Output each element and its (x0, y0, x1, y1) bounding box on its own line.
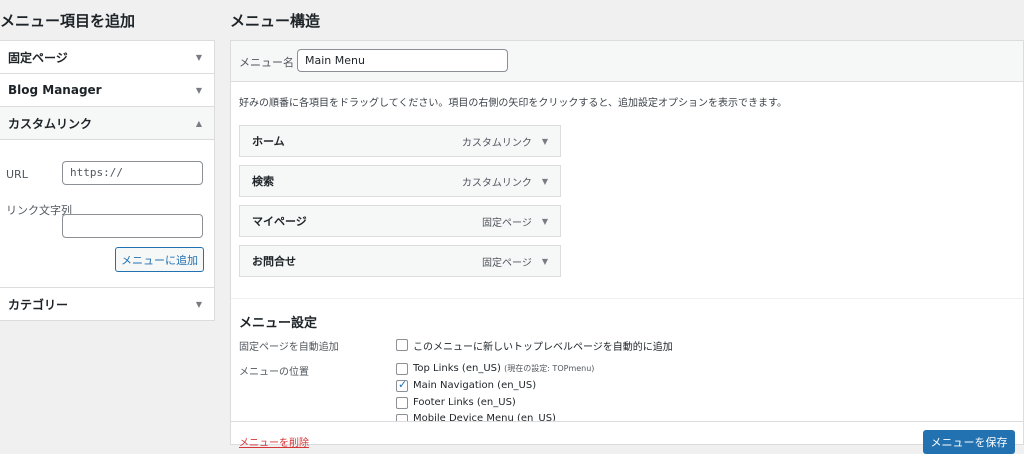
menu-item-title: ホーム (252, 135, 285, 148)
chevron-down-icon[interactable]: ▼ (542, 217, 548, 226)
menu-name-input[interactable]: Main Menu (297, 49, 508, 72)
location-clip: Mobile Device Menu (en_US) (231, 411, 1023, 421)
menu-item-mypage[interactable]: マイページ 固定ページ ▼ (239, 205, 561, 237)
chevron-down-icon: ▼ (195, 299, 202, 309)
menu-name-label: メニュー名 (239, 56, 294, 69)
menu-header: メニュー名 Main Menu (231, 41, 1023, 82)
delete-menu-link[interactable]: メニューを削除 (239, 434, 309, 449)
location-mobile-checkbox[interactable] (396, 414, 408, 421)
menu-item-title: マイページ (252, 215, 307, 228)
chevron-down-icon[interactable]: ▼ (542, 257, 548, 266)
url-label: URL (6, 168, 28, 181)
menu-item-title: お問合せ (252, 255, 296, 268)
location-main-nav-checkbox[interactable] (396, 378, 408, 392)
accordion-blog-manager[interactable]: Blog Manager ▼ (0, 74, 214, 107)
drag-instructions: 好みの順番に各項目をドラッグしてください。項目の右側の矢印をクリックすると、追加… (239, 98, 787, 109)
location-current-note: (現在の設定: TOPmenu) (504, 364, 595, 373)
accordion-custom-link-label: カスタムリンク (8, 116, 93, 131)
location-footer-checkbox[interactable] (396, 397, 408, 409)
add-to-menu-button[interactable]: メニューに追加 (115, 247, 204, 272)
location-mobile-label: Mobile Device Menu (en_US) (413, 413, 556, 421)
location-main-nav-label: Main Navigation (en_US) (413, 380, 537, 391)
auto-add-option-label: このメニューに新しいトップレベルページを自動的に追加 (413, 342, 673, 353)
chevron-down-icon[interactable]: ▼ (542, 177, 548, 186)
accordion-blog-manager-label: Blog Manager (8, 83, 102, 97)
menu-item-type: カスタムリンク (461, 177, 532, 189)
menu-item-type: カスタムリンク (461, 137, 532, 149)
accordion-pages-label: 固定ページ (8, 50, 68, 65)
custom-link-body: URL https:// リンク文字列 メニューに追加 (0, 140, 214, 288)
accordion-custom-link[interactable]: カスタムリンク ▲ (0, 107, 214, 140)
add-menu-items-panel: 固定ページ ▼ Blog Manager ▼ カスタムリンク ▲ URL htt… (0, 40, 215, 321)
auto-add-label: 固定ページを自動追加 (239, 342, 339, 353)
auto-add-checkbox[interactable] (396, 339, 408, 351)
location-top-links-checkbox[interactable] (396, 363, 408, 375)
save-menu-button[interactable]: メニューを保存 (923, 430, 1015, 454)
menu-item-type: 固定ページ (482, 217, 532, 229)
chevron-down-icon: ▼ (195, 52, 202, 62)
chevron-down-icon[interactable]: ▼ (542, 137, 548, 146)
menu-item-type: 固定ページ (482, 257, 532, 269)
menu-structure-box: メニュー名 Main Menu 好みの順番に各項目をドラッグしてください。項目の… (230, 40, 1024, 454)
location-top-links-label: Top Links (en_US) (現在の設定: TOPmenu) (413, 363, 595, 374)
menu-settings-heading: メニュー設定 (239, 316, 318, 331)
menu-structure-heading: メニュー構造 (230, 12, 321, 30)
accordion-categories[interactable]: カテゴリー ▼ (0, 288, 214, 320)
menu-location-label: メニューの位置 (239, 367, 309, 378)
menu-item-home[interactable]: ホーム カスタムリンク ▼ (239, 125, 561, 157)
link-text-input[interactable] (62, 214, 203, 238)
chevron-down-icon: ▼ (195, 85, 202, 95)
chevron-up-icon: ▲ (195, 118, 202, 128)
menu-item-contact[interactable]: お問合せ 固定ページ ▼ (239, 245, 561, 277)
location-footer-label: Footer Links (en_US) (413, 397, 516, 408)
accordion-categories-label: カテゴリー (8, 297, 69, 312)
url-input[interactable]: https:// (62, 161, 203, 185)
menu-item-title: 検索 (252, 175, 274, 188)
footer-divider (231, 421, 1023, 422)
accordion-pages[interactable]: 固定ページ ▼ (0, 41, 214, 74)
divider (231, 298, 1023, 299)
menu-item-search[interactable]: 検索 カスタムリンク ▼ (239, 165, 561, 197)
add-menu-items-heading: メニュー項目を追加 (0, 12, 136, 30)
